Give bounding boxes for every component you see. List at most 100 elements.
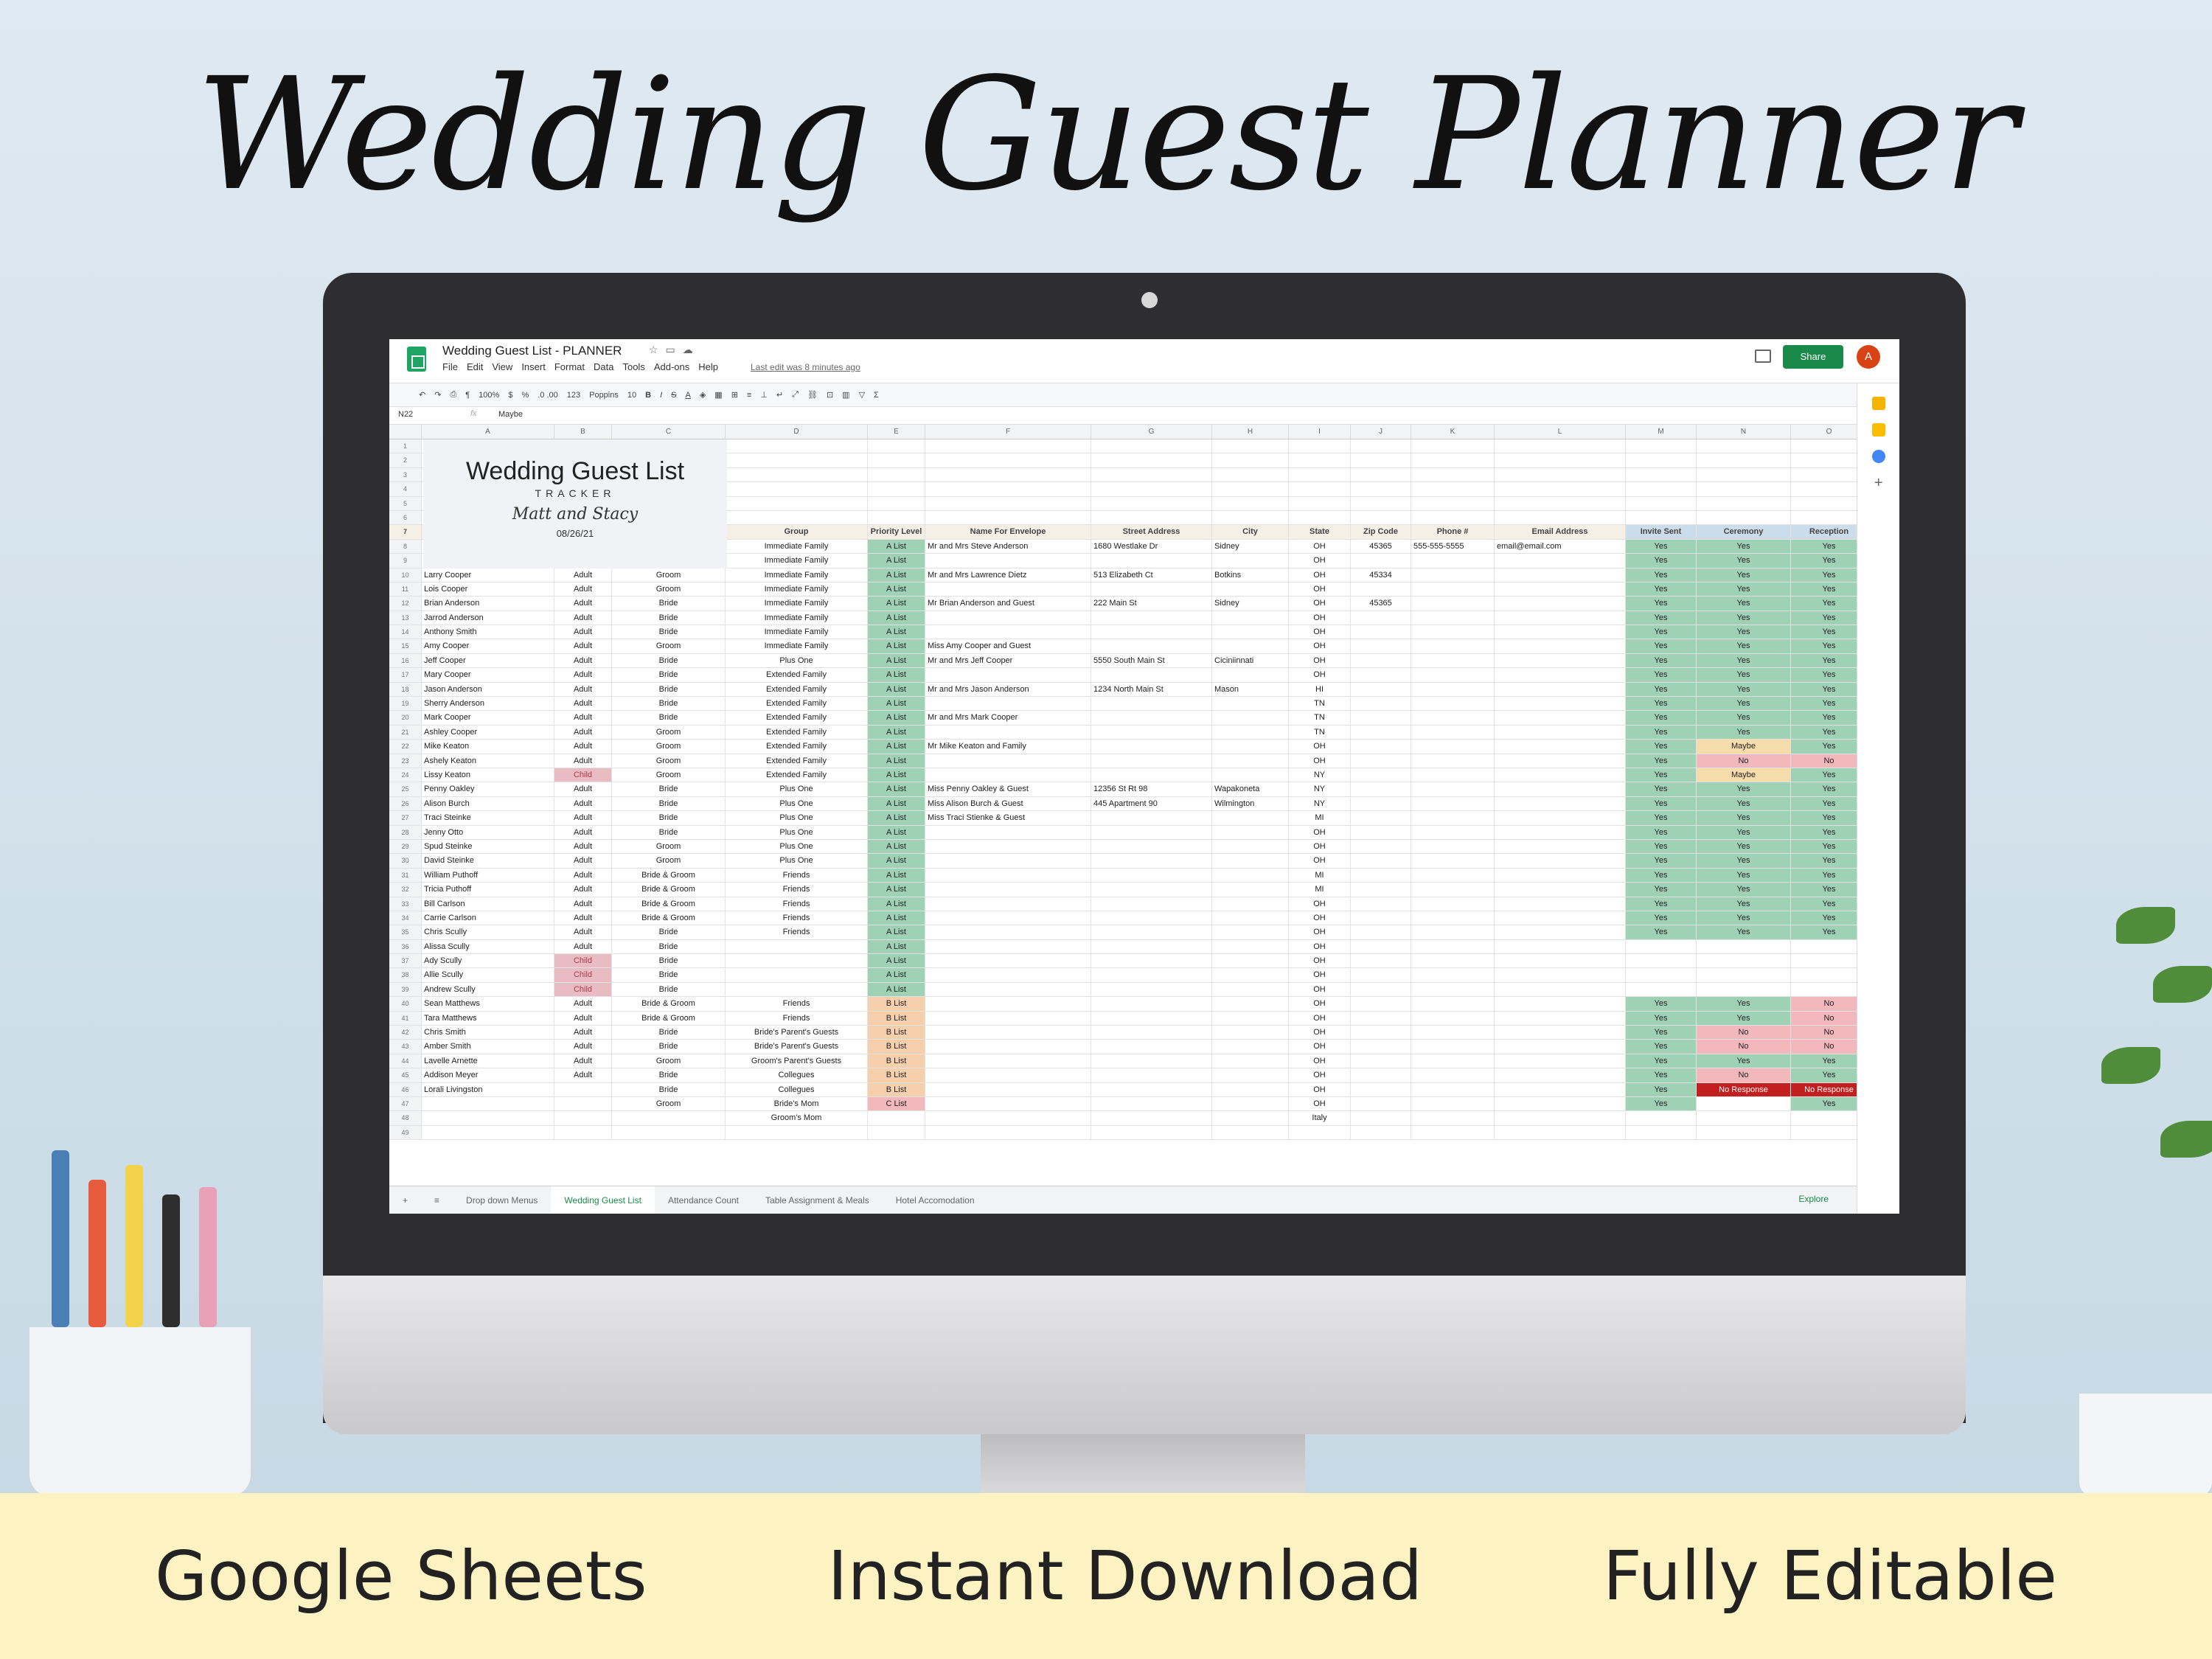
table-cell[interactable] bbox=[1495, 639, 1626, 653]
table-cell[interactable]: Wilmington bbox=[1212, 796, 1289, 811]
table-cell[interactable]: No bbox=[1697, 754, 1791, 768]
table-cell[interactable]: Plus One bbox=[726, 839, 868, 854]
table-cell[interactable] bbox=[925, 725, 1091, 740]
table-cell[interactable]: Yes bbox=[1791, 682, 1857, 697]
table-cell[interactable] bbox=[1212, 711, 1289, 725]
table-cell[interactable] bbox=[612, 1125, 726, 1140]
tab-table-assignment[interactable]: Table Assignment & Meals bbox=[752, 1195, 883, 1206]
table-cell[interactable]: Yes bbox=[1791, 740, 1857, 754]
table-cell[interactable]: Phone # bbox=[1411, 525, 1495, 539]
table-cell[interactable]: Adult bbox=[554, 825, 612, 839]
doc-title[interactable]: Wedding Guest List - PLANNER bbox=[442, 344, 622, 358]
table-cell[interactable]: A List bbox=[868, 653, 925, 668]
table-cell[interactable] bbox=[868, 1125, 925, 1140]
menu-help[interactable]: Help bbox=[698, 361, 718, 372]
table-cell[interactable] bbox=[1495, 697, 1626, 711]
table-cell[interactable]: Yes bbox=[1626, 611, 1697, 625]
table-cell[interactable]: Yes bbox=[1697, 639, 1791, 653]
table-cell[interactable] bbox=[925, 1026, 1091, 1040]
table-cell[interactable] bbox=[1351, 1011, 1411, 1026]
table-cell[interactable]: Yes bbox=[1697, 883, 1791, 897]
table-cell[interactable] bbox=[925, 997, 1091, 1011]
table-cell[interactable]: A List bbox=[868, 782, 925, 796]
table-cell[interactable] bbox=[925, 968, 1091, 982]
table-cell[interactable]: B List bbox=[868, 1011, 925, 1026]
table-cell[interactable]: Friends bbox=[726, 1011, 868, 1026]
table-cell[interactable]: A List bbox=[868, 911, 925, 925]
align-icon[interactable]: ≡ bbox=[747, 391, 751, 400]
table-cell[interactable] bbox=[1411, 883, 1495, 897]
table-cell[interactable]: Yes bbox=[1626, 1011, 1697, 1026]
table-cell[interactable]: Yes bbox=[1791, 825, 1857, 839]
table-cell[interactable] bbox=[1626, 1111, 1697, 1125]
table-cell[interactable]: Bride & Groom bbox=[612, 1011, 726, 1026]
table-cell[interactable] bbox=[1212, 982, 1289, 997]
table-cell[interactable]: Yes bbox=[1697, 811, 1791, 825]
table-cell[interactable]: A List bbox=[868, 811, 925, 825]
table-cell[interactable] bbox=[1212, 954, 1289, 968]
table-cell[interactable]: Yes bbox=[1626, 697, 1697, 711]
table-cell[interactable] bbox=[1351, 883, 1411, 897]
menu-edit[interactable]: Edit bbox=[467, 361, 483, 372]
menu-file[interactable]: File bbox=[442, 361, 458, 372]
table-cell[interactable]: Friends bbox=[726, 868, 868, 883]
table-cell[interactable] bbox=[1697, 496, 1791, 510]
table-cell[interactable] bbox=[422, 1111, 554, 1125]
table-cell[interactable]: A List bbox=[868, 768, 925, 782]
table-cell[interactable]: Yes bbox=[1791, 1054, 1857, 1068]
table-cell[interactable] bbox=[925, 467, 1091, 482]
table-cell[interactable] bbox=[1791, 954, 1857, 967]
table-cell[interactable]: Yes bbox=[1791, 725, 1857, 740]
table-cell[interactable]: Street Address bbox=[1091, 525, 1212, 539]
table-cell[interactable] bbox=[1411, 482, 1495, 496]
table-cell[interactable] bbox=[1091, 510, 1212, 525]
table-cell[interactable] bbox=[925, 1068, 1091, 1082]
table-cell[interactable]: Yes bbox=[1791, 883, 1857, 897]
italic-icon[interactable]: I bbox=[660, 391, 662, 400]
table-cell[interactable] bbox=[1091, 668, 1212, 682]
table-cell[interactable] bbox=[1495, 1125, 1626, 1140]
table-cell[interactable]: A List bbox=[868, 668, 925, 682]
sheets-logo-icon[interactable] bbox=[407, 347, 426, 372]
table-cell[interactable]: Yes bbox=[1791, 796, 1857, 811]
table-cell[interactable]: OH bbox=[1289, 582, 1351, 597]
table-cell[interactable]: Bride bbox=[612, 796, 726, 811]
share-button[interactable]: Share bbox=[1783, 345, 1843, 369]
redo-icon[interactable]: ↷ bbox=[434, 390, 441, 400]
table-cell[interactable] bbox=[1091, 639, 1212, 653]
table-cell[interactable] bbox=[1351, 496, 1411, 510]
avatar[interactable]: A bbox=[1857, 345, 1880, 369]
table-cell[interactable]: No bbox=[1791, 754, 1857, 768]
table-cell[interactable] bbox=[1791, 1126, 1857, 1139]
last-edit-link[interactable]: Last edit was 8 minutes ago bbox=[751, 362, 860, 372]
column-header[interactable]: K bbox=[1411, 425, 1495, 439]
table-cell[interactable] bbox=[1212, 1125, 1289, 1140]
table-cell[interactable]: Mike Keaton bbox=[422, 740, 554, 754]
table-cell[interactable] bbox=[1411, 854, 1495, 868]
table-cell[interactable]: Jenny Otto bbox=[422, 825, 554, 839]
table-cell[interactable] bbox=[1495, 839, 1626, 854]
table-cell[interactable] bbox=[1697, 968, 1791, 982]
table-cell[interactable] bbox=[1289, 482, 1351, 496]
table-cell[interactable] bbox=[1411, 582, 1495, 597]
table-cell[interactable]: Mr and Mrs Mark Cooper bbox=[925, 711, 1091, 725]
table-cell[interactable] bbox=[1495, 968, 1626, 982]
table-cell[interactable] bbox=[925, 868, 1091, 883]
table-cell[interactable]: Adult bbox=[554, 754, 612, 768]
table-cell[interactable]: TN bbox=[1289, 711, 1351, 725]
table-cell[interactable] bbox=[1212, 997, 1289, 1011]
table-cell[interactable]: Amber Smith bbox=[422, 1040, 554, 1054]
table-cell[interactable]: Immediate Family bbox=[726, 568, 868, 582]
table-cell[interactable] bbox=[1351, 754, 1411, 768]
table-cell[interactable] bbox=[1212, 897, 1289, 911]
table-cell[interactable]: NY bbox=[1289, 768, 1351, 782]
table-cell[interactable] bbox=[726, 939, 868, 954]
table-cell[interactable]: MI bbox=[1289, 883, 1351, 897]
table-cell[interactable] bbox=[1091, 439, 1212, 453]
table-cell[interactable] bbox=[1791, 940, 1857, 953]
table-cell[interactable]: No bbox=[1791, 1026, 1857, 1040]
table-cell[interactable]: Yes bbox=[1697, 796, 1791, 811]
table-cell[interactable] bbox=[1626, 439, 1697, 453]
table-cell[interactable]: Yes bbox=[1626, 997, 1697, 1011]
table-cell[interactable] bbox=[1411, 997, 1495, 1011]
